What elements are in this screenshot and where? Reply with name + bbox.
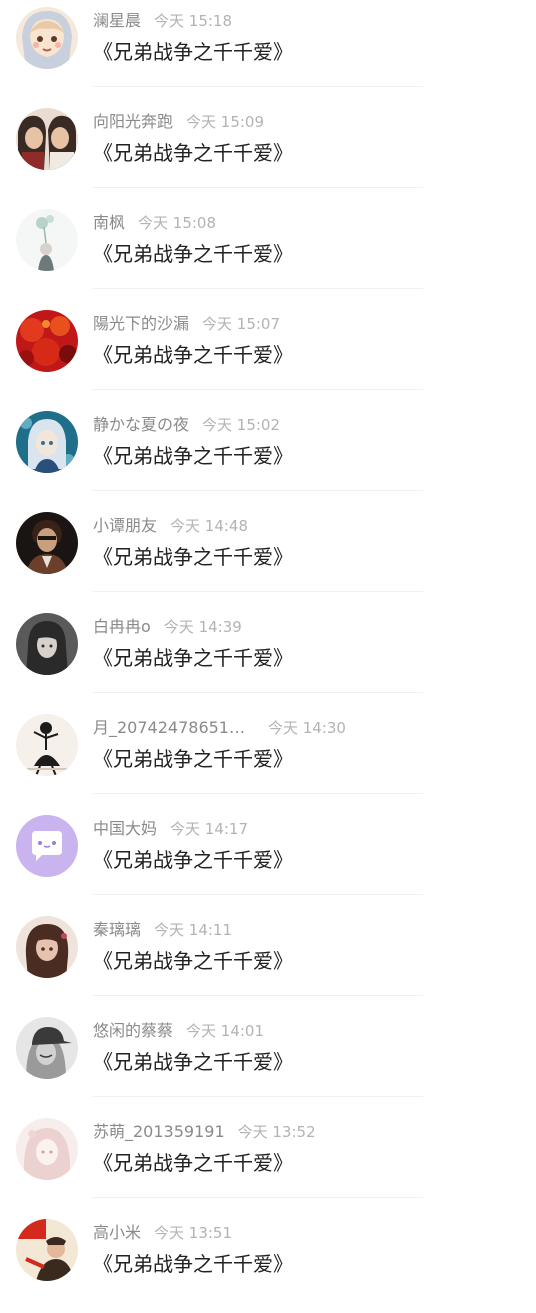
comment-text: 《兄弟战争之千千爱》 xyxy=(93,1252,293,1276)
divider xyxy=(93,692,423,693)
username[interactable]: 苏萌_201359191 xyxy=(93,1122,225,1141)
comment-meta: 澜星晨 今天 15:18 xyxy=(93,10,232,32)
chat-bubble-avatar-icon[interactable] xyxy=(16,815,78,877)
username[interactable]: 静かな夏の夜 xyxy=(93,415,189,434)
divider xyxy=(93,490,423,491)
comment-text: 《兄弟战争之千千爱》 xyxy=(93,848,293,872)
comment-item[interactable]: 月_20742478651… 今天 14:30 《兄弟战争之千千爱》 xyxy=(0,707,536,808)
divider xyxy=(93,995,423,996)
username[interactable]: 小谭朋友 xyxy=(93,516,157,535)
comment-item[interactable]: 高小米 今天 13:51 《兄弟战争之千千爱》 xyxy=(0,1212,536,1313)
timestamp: 今天 15:02 xyxy=(202,416,281,434)
comment-item[interactable]: 秦璃璃 今天 14:11 《兄弟战争之千千爱》 xyxy=(0,909,536,1010)
username[interactable]: 高小米 xyxy=(93,1223,141,1242)
flower-sketch-avatar-icon[interactable] xyxy=(16,209,78,271)
username[interactable]: 中国大妈 xyxy=(93,819,157,838)
username[interactable]: 秦璃璃 xyxy=(93,920,141,939)
comment-list: 澜星晨 今天 15:18 《兄弟战争之千千爱》 向阳光奔跑 今天 15:09 《兄弟… xyxy=(0,0,536,1281)
comment-text: 《兄弟战争之千千爱》 xyxy=(93,747,293,771)
comment-item[interactable]: 南枫 今天 15:08 《兄弟战争之千千爱》 xyxy=(0,202,536,303)
timestamp: 今天 14:48 xyxy=(170,517,249,535)
timestamp: 今天 15:07 xyxy=(202,315,281,333)
comment-meta: 高小米 今天 13:51 xyxy=(93,1222,232,1244)
comment-meta: 陽光下的沙漏 今天 15:07 xyxy=(93,313,280,335)
comment-item[interactable]: 澜星晨 今天 15:18 《兄弟战争之千千爱》 xyxy=(0,0,536,101)
divider xyxy=(93,1197,423,1198)
comment-meta: 静かな夏の夜 今天 15:02 xyxy=(93,414,280,436)
divider xyxy=(93,389,423,390)
comment-item[interactable]: 陽光下的沙漏 今天 15:07 《兄弟战争之千千爱》 xyxy=(0,303,536,404)
comment-meta: 向阳光奔跑 今天 15:09 xyxy=(93,111,264,133)
dancer-sketch-avatar-icon[interactable] xyxy=(16,714,78,776)
comment-item[interactable]: 苏萌_201359191 今天 13:52 《兄弟战争之千千爱》 xyxy=(0,1111,536,1212)
divider xyxy=(93,793,423,794)
timestamp: 今天 14:01 xyxy=(186,1022,265,1040)
timestamp: 今天 14:11 xyxy=(154,921,233,939)
cartoon-girl-avatar-icon[interactable] xyxy=(16,7,78,69)
username[interactable]: 月_20742478651… xyxy=(93,718,245,737)
timestamp: 今天 15:18 xyxy=(154,12,233,30)
username[interactable]: 陽光下的沙漏 xyxy=(93,314,189,333)
comment-meta: 小谭朋友 今天 14:48 xyxy=(93,515,248,537)
comment-text: 《兄弟战争之千千爱》 xyxy=(93,242,293,266)
dark-portrait-avatar-icon[interactable] xyxy=(16,512,78,574)
comment-item[interactable]: 中国大妈 今天 14:17 《兄弟战争之千千爱》 xyxy=(0,808,536,909)
comment-meta: 中国大妈 今天 14:17 xyxy=(93,818,248,840)
username[interactable]: 悠闲的蔡蔡 xyxy=(93,1021,173,1040)
username[interactable]: 南枫 xyxy=(93,213,125,232)
timestamp: 今天 13:52 xyxy=(237,1123,316,1141)
anime-girl-blue-avatar-icon[interactable] xyxy=(16,411,78,473)
comment-meta: 白冉冉o 今天 14:39 xyxy=(93,616,242,638)
comment-item[interactable]: 静かな夏の夜 今天 15:02 《兄弟战争之千千爱》 xyxy=(0,404,536,505)
comment-text: 《兄弟战争之千千爱》 xyxy=(93,40,293,64)
comment-text: 《兄弟战争之千千爱》 xyxy=(93,1050,293,1074)
timestamp: 今天 14:39 xyxy=(163,618,242,636)
timestamp: 今天 15:08 xyxy=(138,214,217,232)
comment-item[interactable]: 向阳光奔跑 今天 15:09 《兄弟战争之千千爱》 xyxy=(0,101,536,202)
comment-text: 《兄弟战争之千千爱》 xyxy=(93,646,293,670)
timestamp: 今天 15:09 xyxy=(186,113,265,131)
pale-illustration-avatar-icon[interactable] xyxy=(16,1118,78,1180)
username[interactable]: 白冉冉o xyxy=(93,617,151,636)
comment-item[interactable]: 小谭朋友 今天 14:48 《兄弟战争之千千爱》 xyxy=(0,505,536,606)
comment-text: 《兄弟战争之千千爱》 xyxy=(93,444,293,468)
username[interactable]: 澜星晨 xyxy=(93,11,141,30)
timestamp: 今天 14:30 xyxy=(267,719,346,737)
comment-text: 《兄弟战争之千千爱》 xyxy=(93,545,293,569)
divider xyxy=(93,288,423,289)
bw-cap-portrait-avatar-icon[interactable] xyxy=(16,1017,78,1079)
comment-text: 《兄弟战争之千千爱》 xyxy=(93,1151,293,1175)
comment-meta: 秦璃璃 今天 14:11 xyxy=(93,919,232,941)
red-illustration-avatar-icon[interactable] xyxy=(16,1219,78,1281)
timestamp: 今天 14:17 xyxy=(170,820,249,838)
anime-girl-brown-avatar-icon[interactable] xyxy=(16,916,78,978)
comment-meta: 月_20742478651… 今天 14:30 xyxy=(93,717,346,739)
divider xyxy=(93,591,423,592)
username[interactable]: 向阳光奔跑 xyxy=(93,112,173,131)
comment-text: 《兄弟战争之千千爱》 xyxy=(93,141,293,165)
comment-item[interactable]: 白冉冉o 今天 14:39 《兄弟战争之千千爱》 xyxy=(0,606,536,707)
comment-meta: 悠闲的蔡蔡 今天 14:01 xyxy=(93,1020,264,1042)
divider xyxy=(93,1096,423,1097)
divider xyxy=(93,187,423,188)
comment-text: 《兄弟战争之千千爱》 xyxy=(93,949,293,973)
girl-bw-portrait-avatar-icon[interactable] xyxy=(16,613,78,675)
red-flowers-avatar-icon[interactable] xyxy=(16,310,78,372)
comment-meta: 苏萌_201359191 今天 13:52 xyxy=(93,1121,316,1143)
comment-text: 《兄弟战争之千千爱》 xyxy=(93,343,293,367)
divider xyxy=(93,86,423,87)
anime-couple-avatar-icon[interactable] xyxy=(16,108,78,170)
divider xyxy=(93,894,423,895)
comment-meta: 南枫 今天 15:08 xyxy=(93,212,216,234)
comment-item[interactable]: 悠闲的蔡蔡 今天 14:01 《兄弟战争之千千爱》 xyxy=(0,1010,536,1111)
timestamp: 今天 13:51 xyxy=(154,1224,233,1242)
